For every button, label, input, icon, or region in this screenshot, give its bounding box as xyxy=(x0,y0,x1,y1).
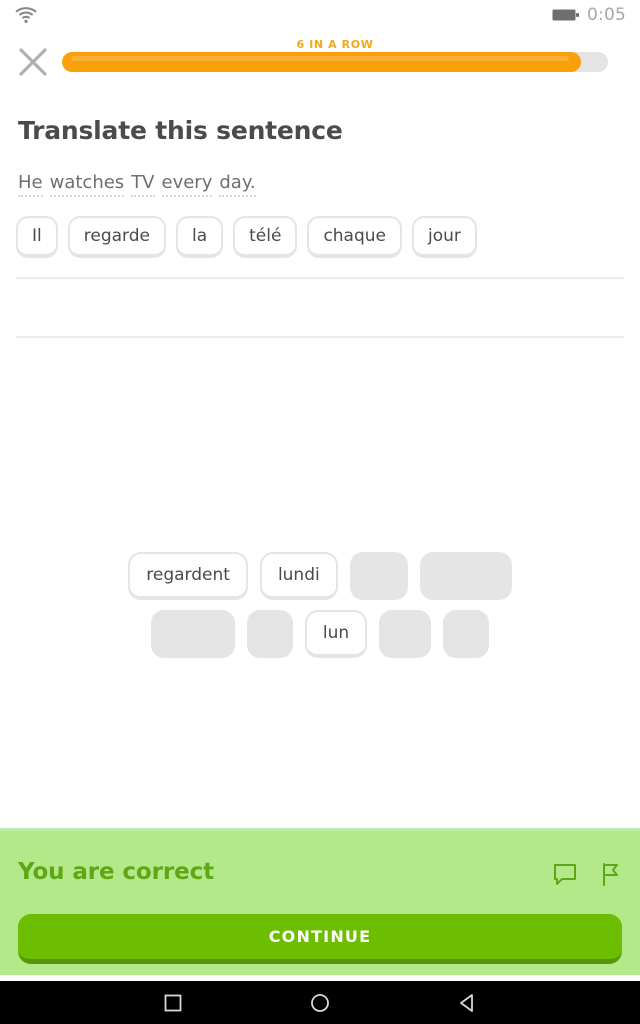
answer-chip[interactable]: chaque xyxy=(307,216,403,258)
word-bank-chip-empty[interactable] xyxy=(379,610,432,658)
source-word[interactable]: every xyxy=(161,172,213,197)
word-bank-chip-empty[interactable] xyxy=(150,610,235,658)
word-bank-row: lun xyxy=(0,610,640,658)
answer-area: Il regarde la télé chaque jour xyxy=(0,216,640,258)
word-bank-row: regardent lundi xyxy=(0,552,640,600)
triangle-back-icon[interactable] xyxy=(456,992,478,1014)
status-bar-time: 0:05 xyxy=(587,5,626,25)
circle-home-icon[interactable] xyxy=(309,992,331,1014)
status-bar-left xyxy=(14,5,38,25)
source-word[interactable]: TV xyxy=(131,172,155,197)
progress-fill xyxy=(62,52,581,72)
feedback-bar: You are correct CONTINUE xyxy=(0,828,640,975)
speech-bubble-icon[interactable] xyxy=(552,861,578,887)
answer-line-divider-1 xyxy=(16,277,624,279)
answer-chip[interactable]: la xyxy=(175,216,224,258)
wifi-icon xyxy=(15,7,37,23)
progress-track xyxy=(62,52,608,72)
close-icon[interactable] xyxy=(16,45,50,79)
source-sentence: He watches TV every day. xyxy=(18,172,256,197)
answer-chip[interactable]: Il xyxy=(16,216,58,258)
feedback-title: You are correct xyxy=(18,859,215,885)
streak-label: 6 IN A ROW xyxy=(296,38,374,51)
answer-chip[interactable]: jour xyxy=(412,216,477,258)
word-bank-chip[interactable]: lundi xyxy=(259,552,338,600)
answer-chip[interactable]: télé xyxy=(233,216,298,258)
android-nav-bar xyxy=(0,981,640,1024)
status-bar-right: 0:05 xyxy=(552,5,626,25)
word-bank-chip[interactable]: lun xyxy=(304,610,368,658)
word-bank-chip-empty[interactable] xyxy=(246,610,293,658)
progress-bar: 6 IN A ROW xyxy=(62,38,608,72)
word-bank-chip[interactable]: regardent xyxy=(128,552,248,600)
page-title: Translate this sentence xyxy=(18,116,343,145)
word-bank: regardent lundi lun xyxy=(0,552,640,668)
source-word[interactable]: watches xyxy=(49,172,125,197)
answer-chip-row: Il regarde la télé chaque jour xyxy=(0,216,640,258)
source-word[interactable]: day. xyxy=(219,172,256,197)
word-bank-chip-empty[interactable] xyxy=(349,552,408,600)
flag-icon[interactable] xyxy=(598,861,624,887)
battery-icon xyxy=(552,9,580,21)
square-recents-icon[interactable] xyxy=(162,992,184,1014)
feedback-actions xyxy=(552,861,624,887)
lesson-header: 6 IN A ROW xyxy=(0,30,640,92)
source-word[interactable]: He xyxy=(18,172,43,197)
android-status-bar: 0:05 xyxy=(0,0,640,30)
word-bank-chip-empty[interactable] xyxy=(443,610,490,658)
answer-line-divider-2 xyxy=(16,336,624,338)
answer-chip[interactable]: regarde xyxy=(67,216,166,258)
continue-button[interactable]: CONTINUE xyxy=(18,914,622,964)
word-bank-chip-empty[interactable] xyxy=(419,552,512,600)
